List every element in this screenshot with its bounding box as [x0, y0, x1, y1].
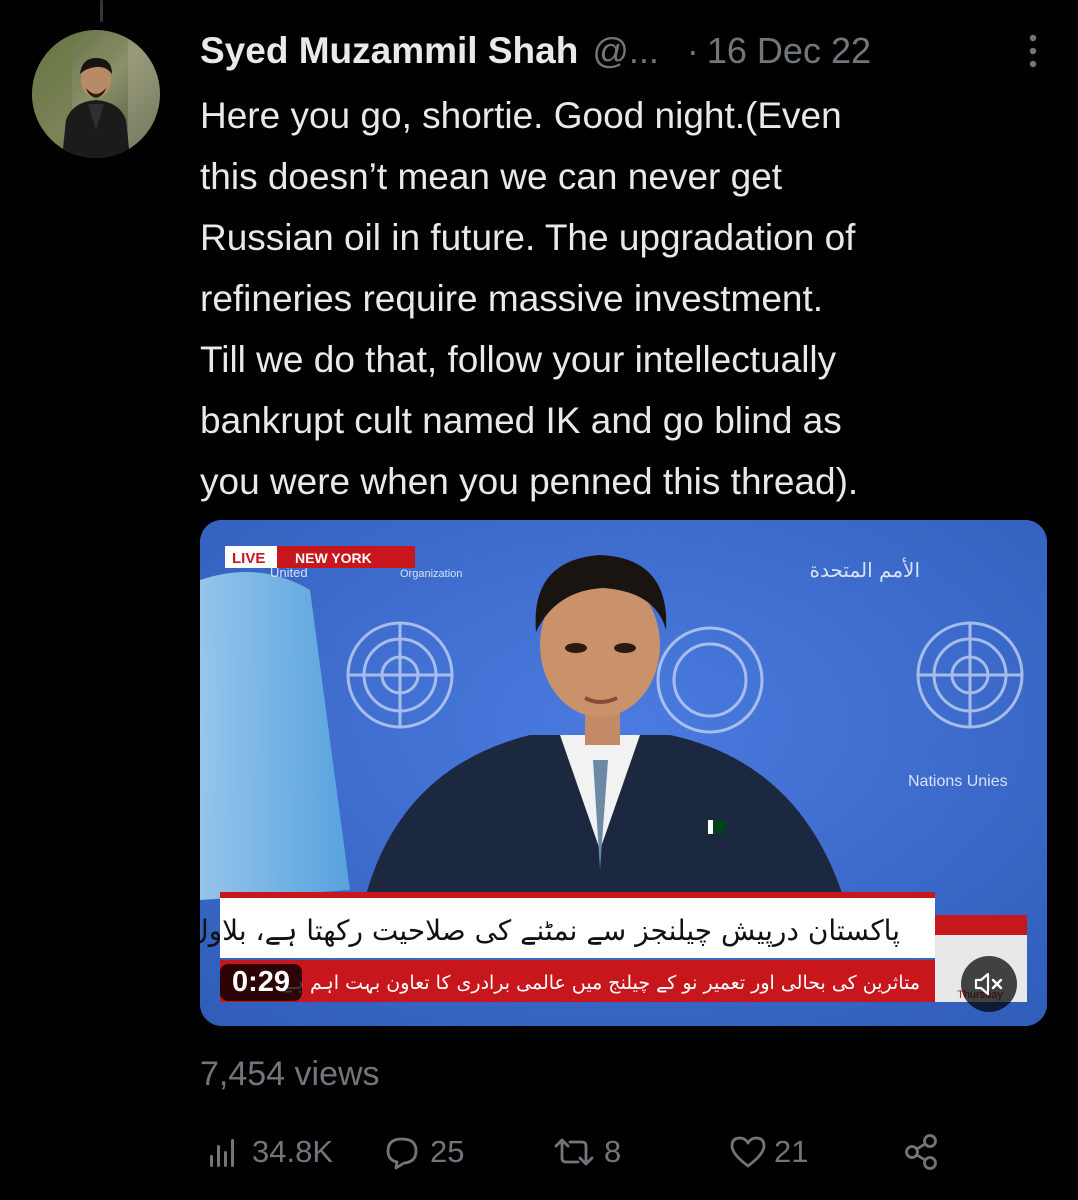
tweet-actions-bar: 34.8K 25 8 21 [200, 1124, 960, 1180]
video-player[interactable]: United Organization الأمم المتحدة Nation… [200, 520, 1047, 1026]
headline-urdu: پاکستان درپیش چیلنجز سے نمٹنے کی صلاحیت … [200, 914, 900, 947]
mute-button[interactable] [961, 956, 1017, 1012]
tweet-text-line: Till we do that, follow your intellectua… [200, 339, 837, 380]
video-duration: 0:29 [220, 964, 303, 1001]
like-count: 21 [774, 1134, 809, 1169]
analytics-button[interactable]: 34.8K [204, 1124, 333, 1180]
tweet-text-line: this doesn’t mean we can never get [200, 156, 783, 197]
tweet-date[interactable]: 16 Dec 22 [707, 30, 871, 72]
backdrop-text-mid: Organization [400, 568, 462, 580]
author-handle[interactable]: @... [592, 30, 659, 72]
tweet-text-line: Russian oil in future. The upgradation o… [200, 217, 856, 258]
backdrop-text-right: Nations Unies [908, 773, 1008, 790]
thread-connector-line [100, 0, 103, 22]
analytics-count: 34.8K [252, 1134, 334, 1169]
header-separator: · [686, 30, 699, 71]
tweet-text: Here you go, shortie. Good night.(Even t… [200, 85, 1040, 512]
reply-icon [386, 1137, 418, 1170]
retweet-icon [554, 1138, 594, 1166]
like-button[interactable]: 21 [728, 1124, 808, 1180]
author-display-name[interactable]: Syed Muzammil Shah [200, 30, 578, 72]
tweet-text-line: Here you go, shortie. Good night.(Even [200, 95, 842, 136]
view-count[interactable]: 7,454 views [200, 1055, 380, 1094]
analytics-icon [210, 1139, 234, 1167]
tweet-text-line: you were when you penned this thread). [200, 461, 859, 502]
ticker-urdu: متاثرین کی بحالی اور تعمیر نو کے چیلنج م… [282, 972, 920, 994]
reply-button[interactable]: 25 [380, 1124, 464, 1180]
more-options-icon[interactable] [1028, 34, 1038, 68]
location-label: NEW YORK [295, 550, 372, 566]
heart-icon [730, 1136, 766, 1168]
video-frame: United Organization الأمم المتحدة Nation… [200, 520, 1047, 1026]
profile-photo-icon [32, 30, 160, 158]
avatar[interactable] [32, 30, 160, 158]
retweet-button[interactable]: 8 [550, 1124, 621, 1180]
reply-count: 25 [430, 1134, 465, 1169]
backdrop-text-arabic: الأمم المتحدة [810, 558, 920, 582]
share-icon [905, 1134, 937, 1170]
share-button[interactable] [900, 1124, 950, 1180]
tweet-text-line: bankrupt cult named IK and go blind as [200, 400, 842, 441]
tweet-text-line: refineries require massive investment. [200, 278, 824, 319]
live-label: LIVE [232, 550, 265, 567]
retweet-count: 8 [604, 1134, 622, 1169]
speaker-muted-icon [974, 972, 1003, 996]
tweet-header: Syed Muzammil Shah @... · 16 Dec 22 [200, 26, 1038, 76]
